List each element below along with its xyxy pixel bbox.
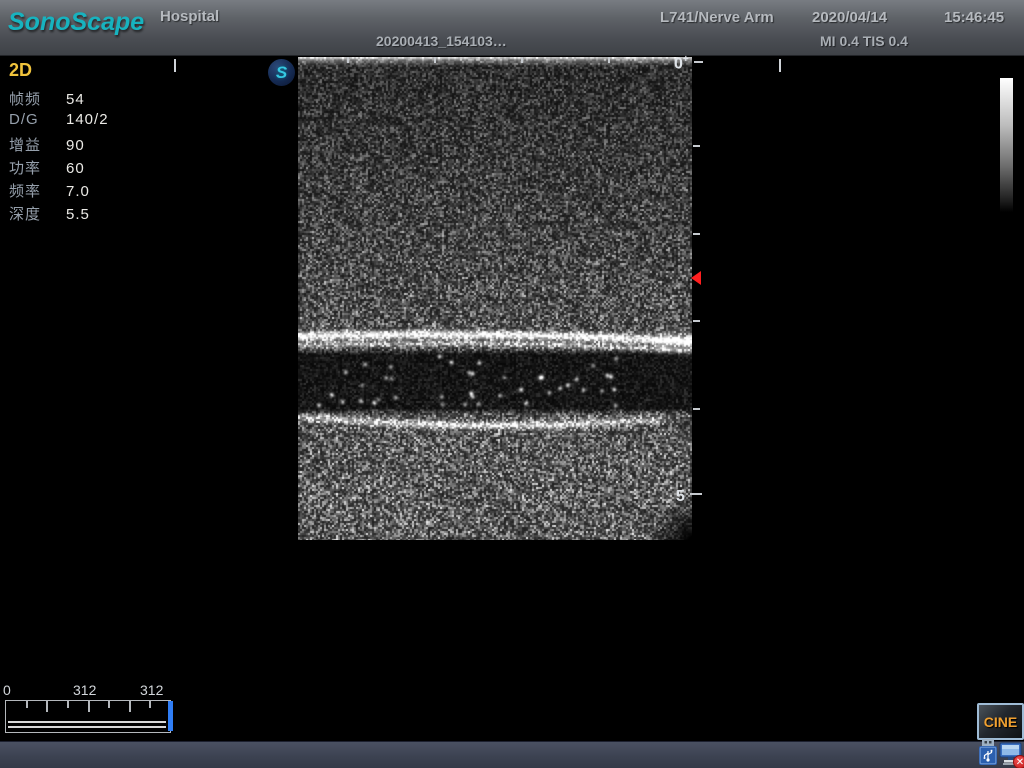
param-label: 功率: [9, 157, 66, 178]
width-ruler-tick: [347, 57, 349, 63]
cine-position-marker[interactable]: [168, 701, 173, 731]
cine-scrubber[interactable]: [5, 700, 171, 733]
depth-ruler-tick: [693, 145, 700, 147]
depth-ruler-tick: [694, 61, 703, 63]
cine-button-label: CINE: [984, 714, 1017, 730]
ultrasound-screen: SonoScape Hospital L741/Nerve Arm 2020/0…: [0, 0, 1024, 768]
depth-ruler-five-label: 5: [676, 488, 685, 506]
param-frequency: 频率7.0: [9, 180, 109, 203]
param-value: 60: [66, 160, 85, 177]
width-ruler-tick: [521, 57, 523, 63]
imaging-parameters-panel: 2D 帧频54 D/G140/2 增益90 功率60 频率7.0 深度5.5: [9, 60, 109, 226]
cine-tick: [149, 701, 151, 708]
param-label: 频率: [9, 180, 66, 201]
param-depth: 深度5.5: [9, 203, 109, 226]
cine-tick: [88, 701, 90, 712]
sonoscape-logo: SonoScape: [8, 8, 144, 37]
depth-ruler-tick: [693, 408, 700, 410]
width-ruler-tick: [608, 57, 610, 63]
facility-name: Hospital: [160, 8, 219, 25]
cine-tick: [67, 701, 69, 708]
param-label: 帧频: [9, 88, 66, 109]
param-value: 7.0: [66, 183, 90, 200]
header-bar: SonoScape Hospital L741/Nerve Arm 2020/0…: [0, 0, 1024, 56]
cine-tick: [108, 701, 110, 708]
cine-tick: [46, 701, 48, 712]
grayscale-map-bar: [1000, 78, 1013, 212]
param-label: 增益: [9, 134, 66, 155]
network-error-icon[interactable]: ✕: [999, 741, 1024, 767]
exam-time: 15:46:45: [944, 9, 1004, 26]
usb-icon[interactable]: [978, 739, 998, 766]
depth-ruler-zero-label: 0+: [674, 54, 689, 73]
depth-ruler-tick: [693, 320, 700, 322]
mode-label: 2D: [9, 60, 109, 81]
width-ruler-tick: [434, 57, 436, 63]
param-dynamic-range: D/G140/2: [9, 111, 109, 134]
param-frame-rate: 帧频54: [9, 88, 109, 111]
depth-ruler-tick: [693, 233, 700, 235]
param-power: 功率60: [9, 157, 109, 180]
cine-frame-labels: 0 312 312: [0, 682, 200, 698]
orientation-marker-icon: S: [268, 59, 295, 86]
cine-track-line: [8, 726, 166, 728]
param-value: 54: [66, 91, 85, 108]
param-label: D/G: [9, 111, 66, 128]
study-id: 20200413_154103…: [376, 33, 507, 49]
cine-tick: [26, 701, 28, 708]
param-label: 深度: [9, 203, 66, 224]
network-error-badge: ✕: [1013, 755, 1024, 768]
depth-ruler-tick: [690, 493, 702, 495]
right-reference-tick: [779, 59, 781, 72]
cine-track-line: [8, 721, 166, 723]
param-value: 90: [66, 137, 85, 154]
cine-button[interactable]: CINE: [977, 703, 1024, 740]
param-value: 140/2: [66, 111, 109, 128]
ultrasound-image[interactable]: [298, 57, 692, 540]
cine-start-label: 0: [3, 682, 11, 698]
focus-marker-icon[interactable]: [691, 271, 701, 285]
cine-total-label: 312: [140, 682, 163, 698]
footer-bar: [0, 741, 1024, 768]
param-gain: 增益90: [9, 134, 109, 157]
cine-tick: [129, 701, 131, 712]
param-value: 5.5: [66, 206, 90, 223]
left-reference-tick: [174, 59, 176, 72]
exam-date: 2020/04/14: [812, 9, 887, 26]
probe-preset: L741/Nerve Arm: [660, 9, 774, 26]
acoustic-indices: MI 0.4 TIS 0.4: [820, 33, 908, 49]
cine-current-label: 312: [73, 682, 96, 698]
